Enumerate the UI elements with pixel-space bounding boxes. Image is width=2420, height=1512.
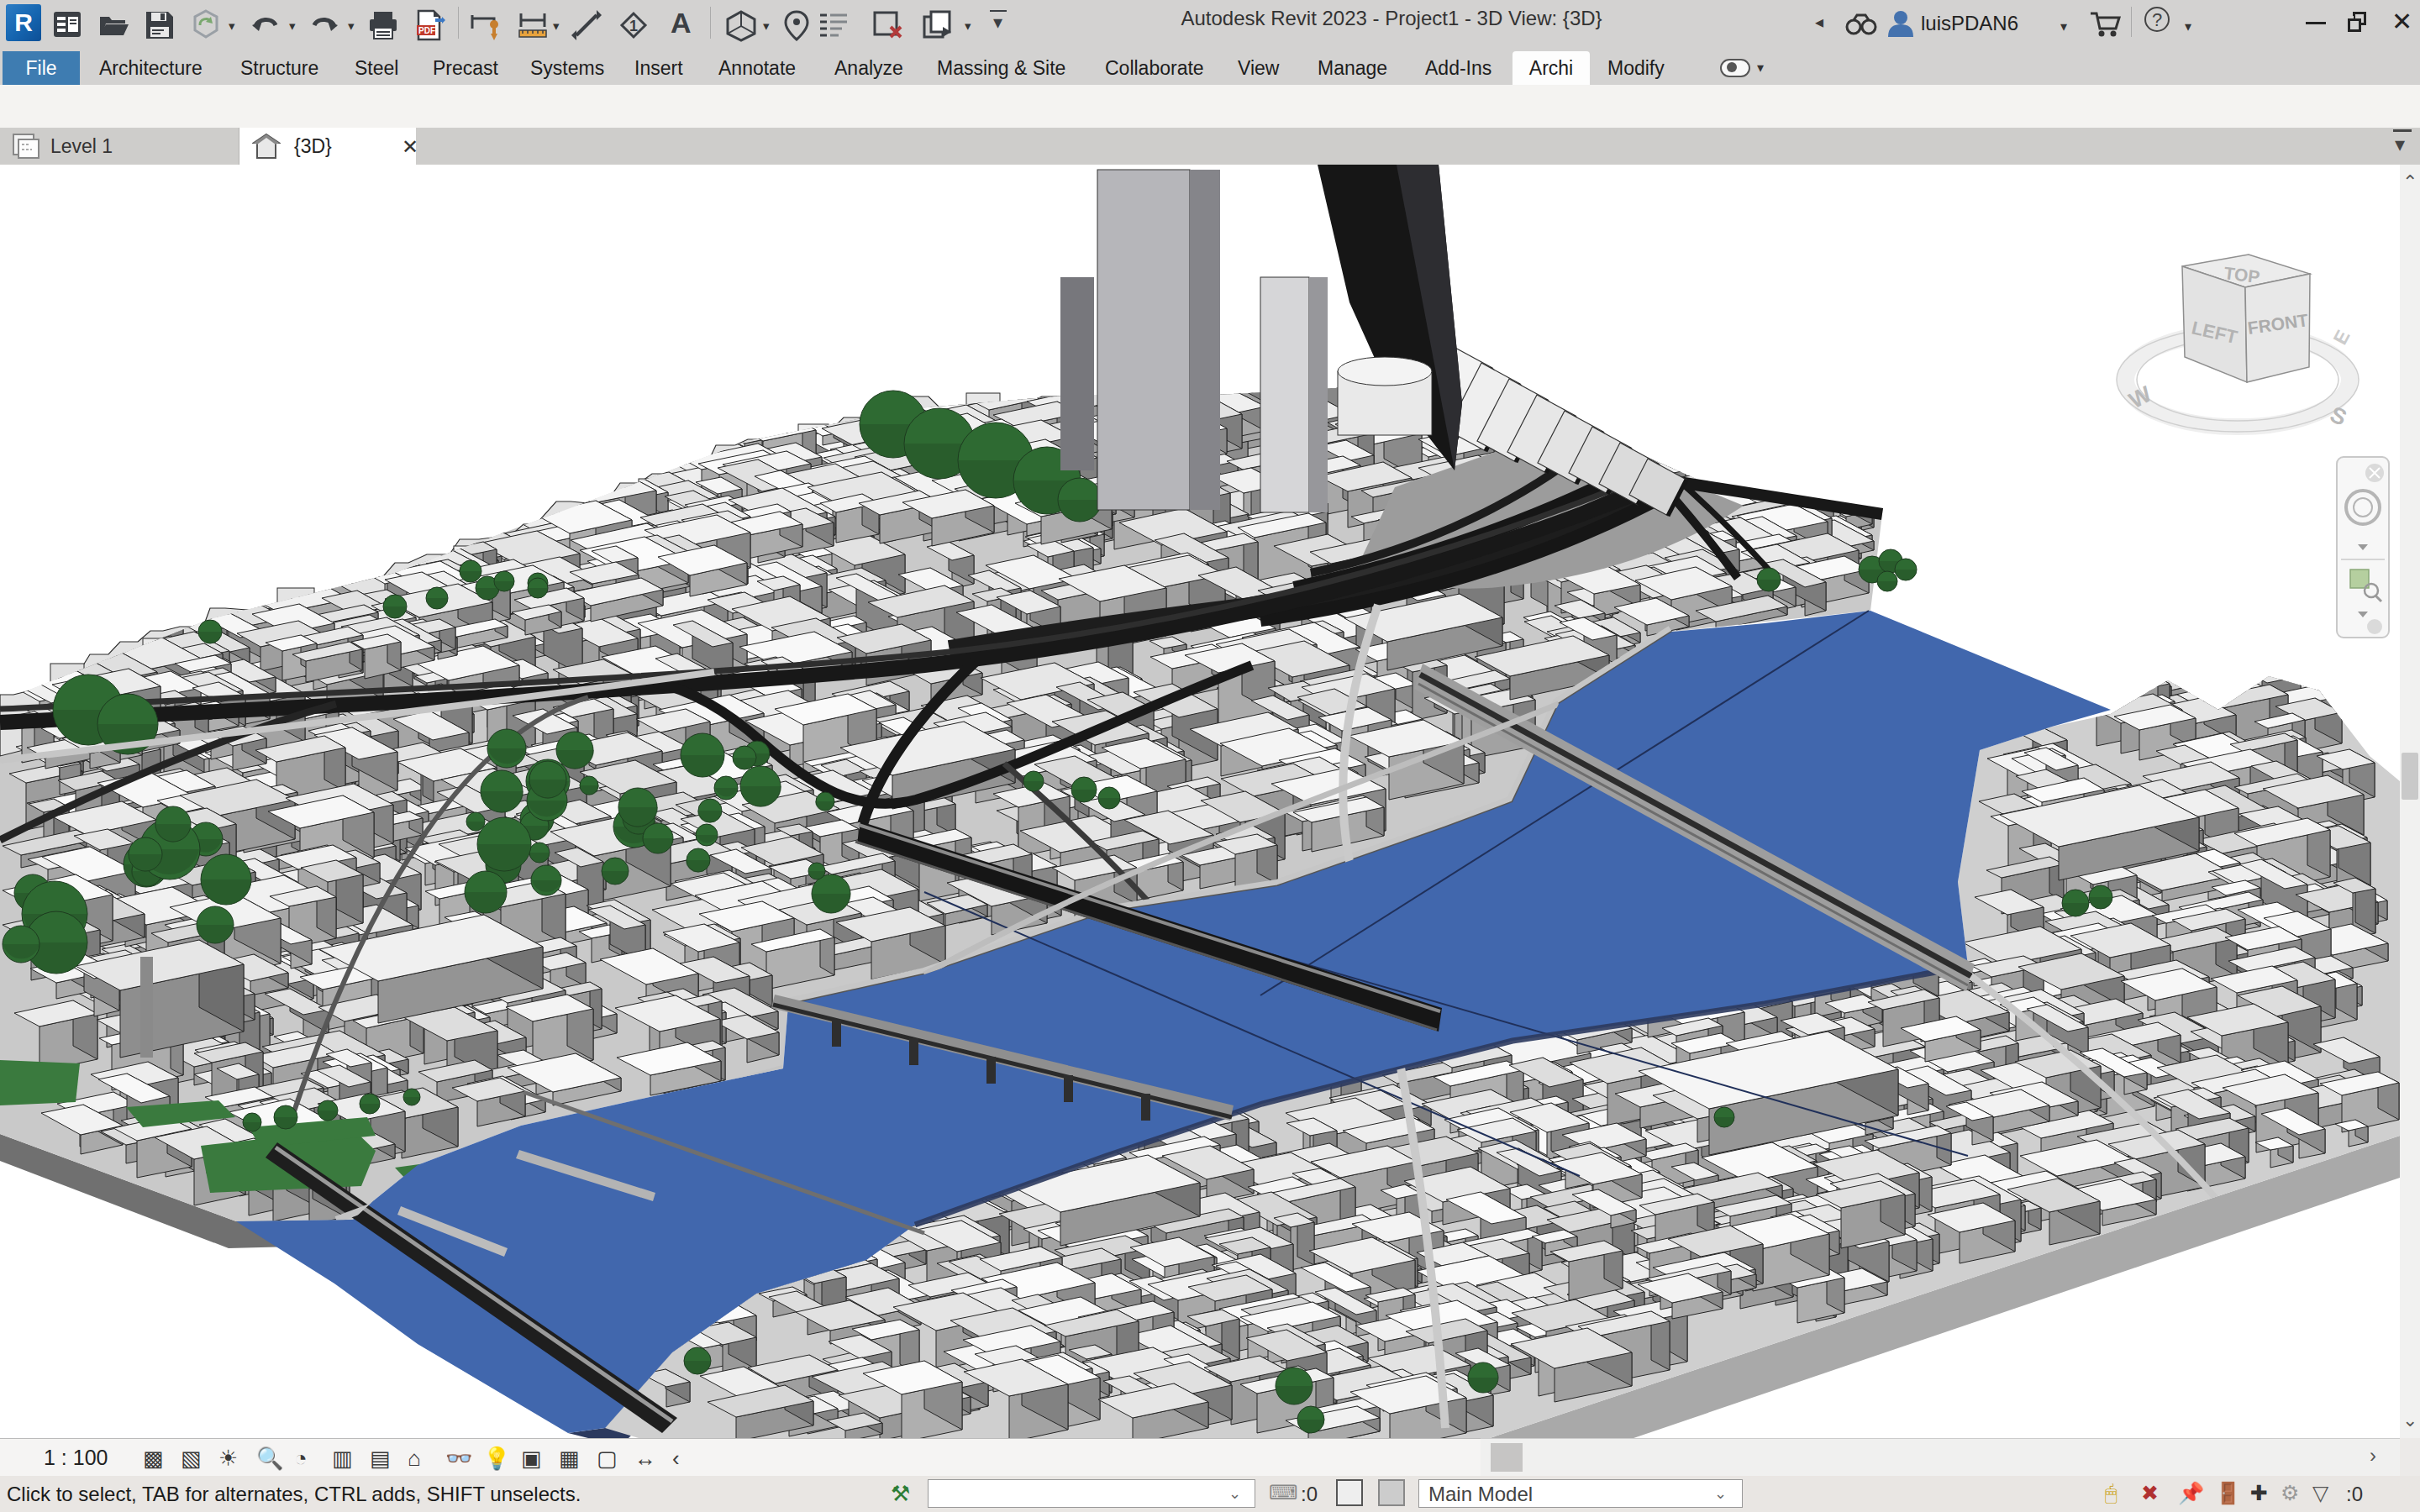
svg-text:PDF: PDF bbox=[418, 26, 435, 35]
svg-text:1: 1 bbox=[629, 18, 638, 34]
